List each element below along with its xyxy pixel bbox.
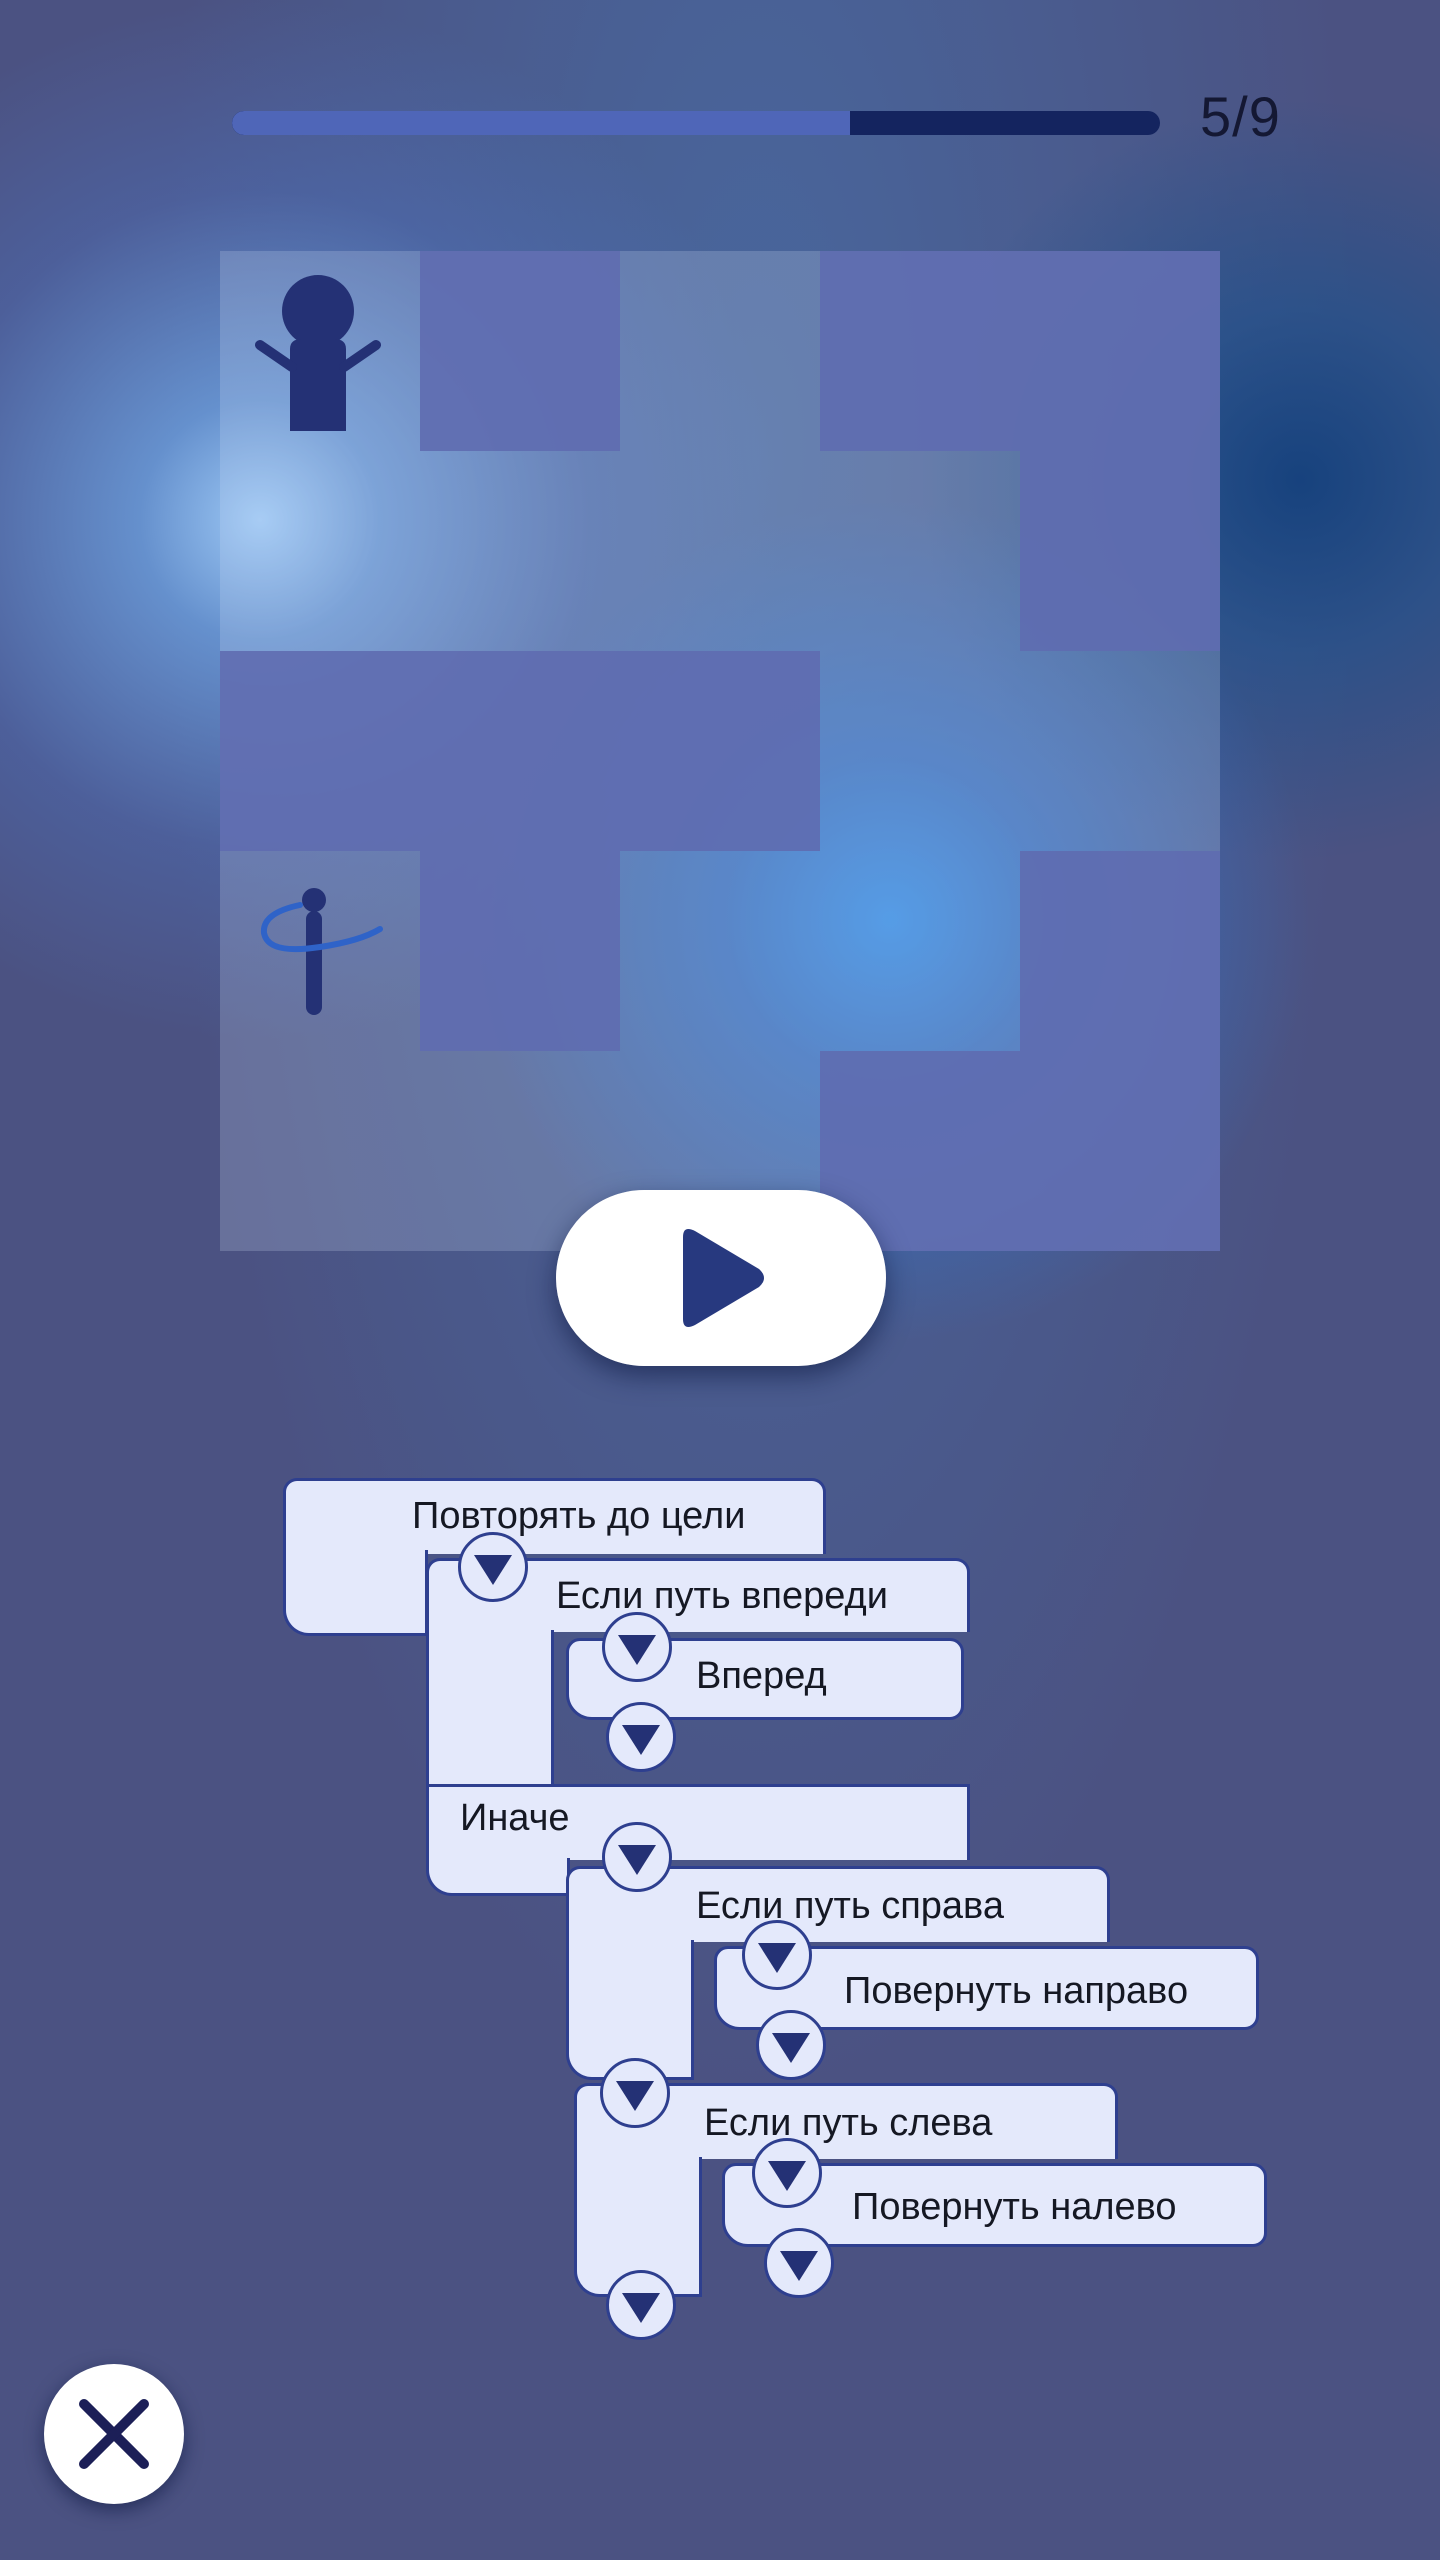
maze-cell-wall [1020,1051,1220,1251]
close-button[interactable] [44,2364,184,2504]
if-right-label: Если путь справа [696,1885,1004,1927]
maze-cell-wall [420,851,620,1051]
connector-notch-icon [606,2270,676,2340]
repeat-label: Повторять до цели [412,1495,746,1537]
if-ahead-block-arm [426,1630,554,1786]
maze-cell-path [220,451,420,651]
connector-notch-icon [756,2010,826,2080]
maze-cell-wall [820,251,1020,451]
else-block-arm [426,1858,570,1896]
maze-cell-path [620,451,820,651]
maze-cell-wall [220,651,420,851]
progress-counter: 5/9 [1200,85,1281,148]
maze-cell-wall [420,651,620,851]
connector-notch-icon [606,1702,676,1772]
maze-cell-path [620,851,820,1051]
connector-notch-icon [764,2228,834,2298]
connector-notch-icon [752,2138,822,2208]
turn-right-label: Повернуть направо [844,1970,1189,2012]
maze-cell-wall [1020,851,1220,1051]
connector-notch-icon [602,1822,672,1892]
close-icon [79,2399,149,2469]
connector-notch-icon [600,2058,670,2128]
maze-cell-path [820,451,1020,651]
progress-bar-fill [232,111,851,135]
progress-bar [232,111,1160,135]
person-goal-icon [240,271,400,431]
maze-cell-path [220,1051,420,1251]
maze-cell-path [420,451,620,651]
repeat-block-arm [283,1550,428,1636]
if-ahead-label: Если путь впереди [556,1575,888,1617]
maze-cell-wall [420,251,620,451]
connector-notch-icon [742,1920,812,1990]
connector-notch-icon [458,1532,528,1602]
maze-cell-wall [620,651,820,851]
maze-cell-path [820,651,1020,851]
if-left-label: Если путь слева [704,2102,993,2144]
else-label: Иначе [460,1797,570,1839]
maze-cell-path [1020,651,1220,851]
spinning-figure-icon [250,875,390,1025]
maze-cell-wall [1020,251,1220,451]
turn-left-label: Повернуть налево [852,2186,1177,2228]
maze-cell-wall [1020,451,1220,651]
forward-label: Вперед [696,1655,827,1697]
play-icon [683,1229,764,1327]
play-button[interactable] [556,1190,886,1366]
connector-notch-icon [602,1612,672,1682]
maze-cell-path [620,251,820,451]
maze-cell-path [820,851,1020,1051]
